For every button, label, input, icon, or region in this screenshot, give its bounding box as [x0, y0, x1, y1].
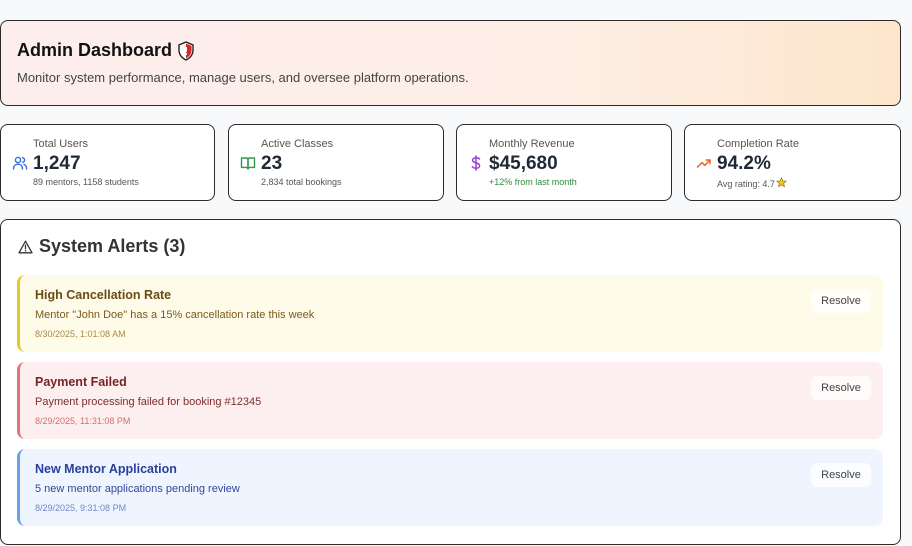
- stat-sub: +12% from last month: [489, 177, 577, 187]
- alert-timestamp: 8/29/2025, 9:31:08 PM: [35, 503, 127, 513]
- alert-message: Payment processing failed for booking #1…: [35, 396, 262, 408]
- page-title: Admin Dashboard: [17, 40, 173, 60]
- stat-label: Monthly Revenue: [489, 138, 575, 150]
- page-subtitle: Monitor system performance, manage users…: [17, 70, 469, 85]
- stat-value: 1,247: [33, 153, 81, 174]
- system-alerts-title: System Alerts (3): [39, 236, 186, 256]
- resolve-button[interactable]: Resolve: [811, 463, 871, 487]
- stat-sub-rating: Avg rating: 4.7: [717, 177, 787, 190]
- trending-up-icon: [696, 155, 712, 171]
- stat-label: Completion Rate: [717, 138, 799, 150]
- alert-title: Payment Failed: [35, 375, 127, 389]
- stat-card-active-classes: Active Classes 23 2,834 total bookings: [228, 124, 444, 201]
- resolve-button[interactable]: Resolve: [811, 289, 871, 313]
- book-icon: [240, 155, 256, 171]
- system-alerts-heading: System Alerts (3): [18, 236, 185, 257]
- stat-value: 23: [261, 153, 283, 174]
- alert-title: High Cancellation Rate: [35, 288, 172, 302]
- stat-sub: 89 mentors, 1158 students: [33, 177, 139, 187]
- system-alerts-panel: System Alerts (3) High Cancellation Rate…: [0, 219, 901, 545]
- alert-message: 5 new mentor applications pending review: [35, 483, 240, 495]
- stat-value: $45,680: [489, 153, 558, 174]
- alert-item-new-mentor-application: New Mentor Application 5 new mentor appl…: [17, 449, 883, 526]
- dashboard-header: Admin Dashboard Monitor system performan…: [0, 20, 901, 106]
- stat-card-monthly-revenue: Monthly Revenue $45,680 +12% from last m…: [456, 124, 672, 201]
- resolve-button[interactable]: Resolve: [811, 376, 871, 400]
- alert-timestamp: 8/29/2025, 11:31:08 PM: [35, 416, 131, 426]
- alert-item-payment-failed: Payment Failed Payment processing failed…: [17, 362, 883, 439]
- users-icon: [12, 155, 28, 171]
- stat-sub: 2,834 total bookings: [261, 177, 342, 187]
- alert-title: New Mentor Application: [35, 462, 177, 476]
- stat-label: Total Users: [33, 138, 89, 150]
- stat-card-completion-rate: Completion Rate 94.2% Avg rating: 4.7: [684, 124, 901, 201]
- stat-label: Active Classes: [261, 138, 334, 150]
- stat-value: 94.2%: [717, 153, 771, 174]
- shield-icon: [177, 40, 195, 61]
- dollar-icon: [468, 155, 484, 171]
- stat-sub: Avg rating: 4.7: [717, 178, 775, 189]
- warning-triangle-icon: [18, 240, 33, 253]
- alert-timestamp: 8/30/2025, 1:01:08 AM: [35, 329, 126, 339]
- stat-card-total-users: Total Users 1,247 89 mentors, 1158 stude…: [0, 124, 215, 201]
- alert-message: Mentor "John Doe" has a 15% cancellation…: [35, 309, 315, 321]
- star-icon: [775, 177, 787, 190]
- alert-item-high-cancellation: High Cancellation Rate Mentor "John Doe"…: [17, 275, 883, 352]
